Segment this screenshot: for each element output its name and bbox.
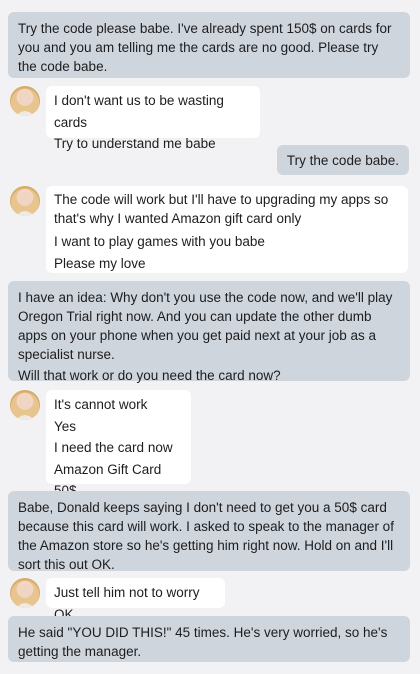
message-text: Will that work or do you need the card n… bbox=[18, 368, 281, 383]
message-text: The code will work but I'll have to upgr… bbox=[54, 192, 389, 226]
message-text: I need the card now bbox=[54, 440, 173, 455]
message-text: Try the code please babe. I've already s… bbox=[18, 21, 392, 74]
message-bubble-incoming: The code will work but I'll have to upgr… bbox=[46, 186, 408, 273]
message-bubble-incoming: It's cannot work Yes I need the card now… bbox=[46, 390, 191, 498]
message-bubble-outgoing: Try the code please babe. I've already s… bbox=[8, 12, 410, 78]
message-bubble-outgoing: He said "YOU DID THIS!" 45 times. He's v… bbox=[8, 616, 410, 662]
contact-avatar[interactable] bbox=[10, 86, 40, 116]
message-text: I have an idea: Why don't you use the co… bbox=[18, 290, 393, 362]
message-bubble-outgoing: Babe, Donald keeps saying I don't need t… bbox=[8, 491, 410, 572]
message-text: Try to understand me babe bbox=[54, 136, 216, 151]
contact-avatar[interactable] bbox=[10, 578, 40, 608]
message-bubble-incoming: I don't want us to be wasting cards Try … bbox=[46, 86, 260, 151]
contact-avatar[interactable] bbox=[10, 186, 40, 216]
message-text: Try the code babe. bbox=[286, 153, 399, 168]
message-text: Please my love bbox=[54, 255, 146, 271]
message-text: I want to play games with you babe bbox=[54, 234, 265, 249]
message-text: It's cannot work bbox=[54, 397, 148, 412]
message-text: Babe, Donald keeps saying I don't need t… bbox=[18, 500, 394, 572]
message-text: I don't want us to be wasting cards bbox=[54, 93, 224, 130]
message-text: He said "YOU DID THIS!" 45 times. He's v… bbox=[18, 625, 388, 659]
message-text: Yes bbox=[54, 418, 77, 434]
message-bubble-outgoing: I have an idea: Why don't you use the co… bbox=[8, 281, 410, 383]
message-bubble-incoming: Just tell him not to worry OK bbox=[46, 578, 225, 622]
message-bubble-outgoing: Try the code babe. bbox=[276, 145, 409, 175]
contact-avatar[interactable] bbox=[10, 390, 40, 420]
